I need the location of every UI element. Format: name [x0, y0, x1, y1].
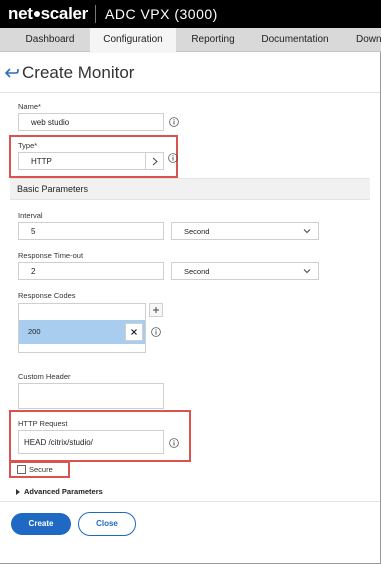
http-request-value: HEAD /citrix/studio/ [24, 437, 93, 447]
timeout-unit-value: Second [184, 266, 210, 276]
response-code-item[interactable]: 200 [19, 320, 145, 344]
name-label: Name* [18, 102, 41, 111]
custom-header-label: Custom Header [18, 372, 71, 381]
interval-unit-select[interactable]: Second [171, 222, 319, 240]
tab-dashboard[interactable]: Dashboard [0, 28, 100, 52]
logo-text-left: net [8, 4, 33, 23]
http-request-label: HTTP Request [18, 419, 68, 428]
response-codes-info-icon[interactable] [151, 327, 161, 337]
plus-icon [153, 307, 159, 313]
close-icon [131, 329, 137, 335]
logo-text-right: scaler [40, 4, 89, 23]
name-input[interactable]: web studio [18, 113, 164, 131]
advanced-parameters-label: Advanced Parameters [24, 487, 103, 496]
timeout-unit-select[interactable]: Second [171, 262, 319, 280]
logo-dot [33, 10, 40, 17]
tab-configuration[interactable]: Configuration [90, 28, 176, 53]
response-code-value: 200 [28, 327, 41, 336]
tab-downloads[interactable]: Down [356, 28, 381, 52]
basic-parameters-header: Basic Parameters [10, 178, 370, 200]
back-arrow-icon[interactable] [4, 66, 19, 83]
chevron-right-icon[interactable] [145, 153, 163, 169]
add-response-code-button[interactable] [149, 303, 163, 317]
name-info-icon[interactable] [169, 117, 179, 127]
footer-divider [0, 501, 381, 502]
http-request-input[interactable]: HEAD /citrix/studio/ [18, 430, 164, 454]
remove-response-code-button[interactable] [125, 323, 143, 341]
response-timeout-value: 2 [31, 266, 36, 276]
netscaler-logo[interactable]: net scaler [8, 4, 88, 24]
tab-documentation[interactable]: Documentation [250, 28, 340, 52]
advanced-parameters-toggle[interactable]: Advanced Parameters [10, 485, 370, 499]
http-request-info-icon[interactable] [169, 438, 179, 448]
interval-input-value: 5 [31, 226, 36, 236]
close-button[interactable]: Close [78, 512, 136, 536]
interval-label: Interval [18, 211, 43, 220]
title-divider [0, 92, 381, 93]
response-codes-label: Response Codes [18, 291, 76, 300]
name-input-value: web studio [31, 117, 70, 127]
chevron-down-icon [303, 229, 311, 234]
interval-unit-value: Second [184, 226, 210, 236]
main-tabs: Dashboard Configuration Reporting Docume… [0, 28, 381, 53]
page-title: Create Monitor [22, 63, 135, 82]
create-button[interactable]: Create [11, 513, 71, 535]
tab-reporting[interactable]: Reporting [176, 28, 250, 52]
custom-header-input[interactable] [18, 383, 164, 409]
interval-input[interactable]: 5 [18, 222, 164, 240]
caret-right-icon [16, 489, 20, 495]
secure-label: Secure [29, 465, 53, 474]
type-select-value: HTTP [31, 156, 52, 166]
type-info-icon[interactable] [168, 153, 178, 163]
top-divider [95, 5, 96, 23]
response-timeout-input[interactable]: 2 [18, 262, 164, 280]
product-name: ADC VPX (3000) [105, 6, 218, 22]
chevron-down-icon [303, 269, 311, 274]
type-label: Type* [18, 141, 38, 150]
type-select[interactable]: HTTP [18, 152, 164, 170]
response-timeout-label: Response Time-out [18, 251, 84, 260]
top-bar: net scaler ADC VPX (3000) [0, 0, 381, 28]
secure-checkbox[interactable] [17, 465, 26, 474]
